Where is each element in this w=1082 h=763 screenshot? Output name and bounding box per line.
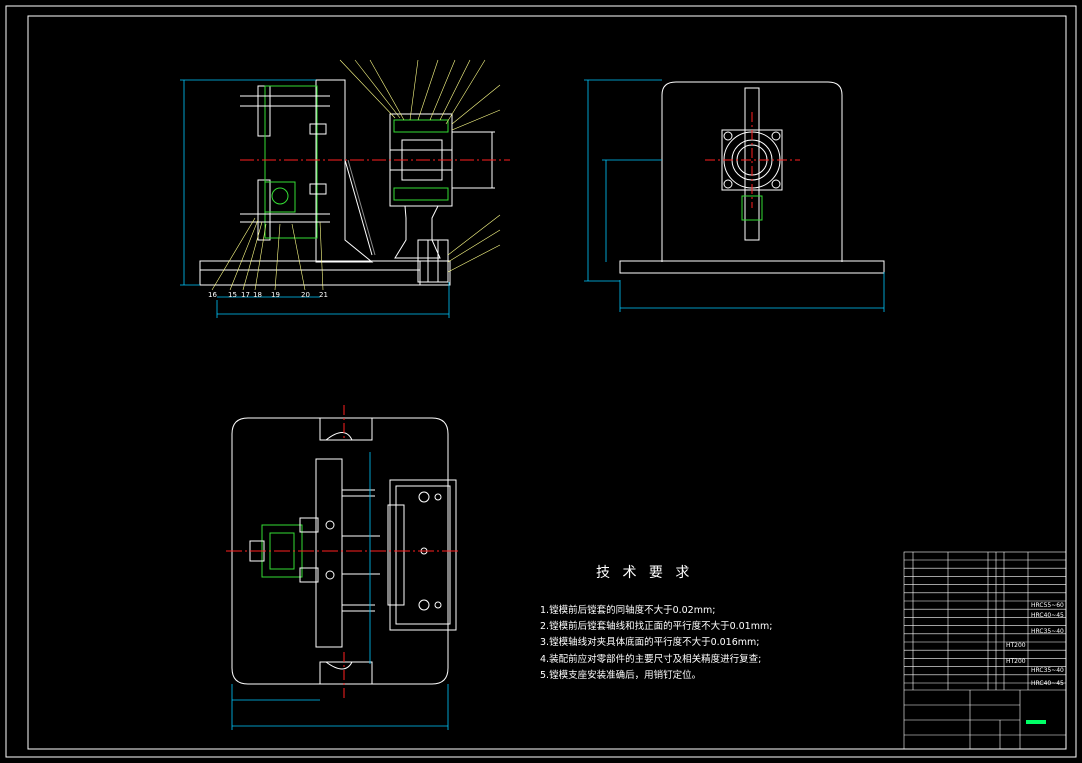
side-view xyxy=(619,81,885,274)
side-view-dimensions xyxy=(584,79,885,312)
title-block-material: HT200 xyxy=(1006,642,1026,649)
part-callout: 19 xyxy=(271,291,280,299)
top-view-dimensions xyxy=(231,452,449,730)
part-callout: 16 xyxy=(208,291,217,299)
requirement-item: 4.装配前应对零部件的主要尺寸及相关精度进行复查; xyxy=(540,654,762,665)
title-block-hardness: HRC40~45 xyxy=(1031,612,1064,619)
requirement-item: 5.镗模支座安装准确后，用销钉定位。 xyxy=(540,670,702,681)
requirement-item: 3.镗模轴线对夹具体底面的平行度不大于0.016mm; xyxy=(540,637,760,648)
drawing-sheet xyxy=(5,5,1077,758)
title-block-material: HT200 xyxy=(1006,658,1026,665)
part-callout: 15 xyxy=(228,291,237,299)
requirement-item: 1.镗模前后镗套的同轴度不大于0.02mm; xyxy=(540,605,716,616)
requirement-item: 2.镗模前后镗套轴线和找正面的平行度不大于0.01mm; xyxy=(540,621,773,632)
part-callout: 21 xyxy=(319,291,328,299)
title-block xyxy=(903,551,1067,750)
technical-requirements-title: 技 术 要 求 xyxy=(596,565,694,581)
title-block-hardness: HRC40~45 xyxy=(1031,680,1064,687)
title-block-hardness: HRC35~40 xyxy=(1031,628,1064,635)
front-view-leaders xyxy=(211,59,501,291)
title-block-hardness: HRC55~60 xyxy=(1031,602,1064,609)
part-callout: 18 xyxy=(253,291,262,299)
title-block-hardness: HRC35~40 xyxy=(1031,667,1064,674)
part-callout: 17 xyxy=(241,291,250,299)
front-view-dimensions xyxy=(180,79,450,318)
part-callout: 20 xyxy=(301,291,310,299)
title-block-green-mark xyxy=(1026,720,1046,724)
